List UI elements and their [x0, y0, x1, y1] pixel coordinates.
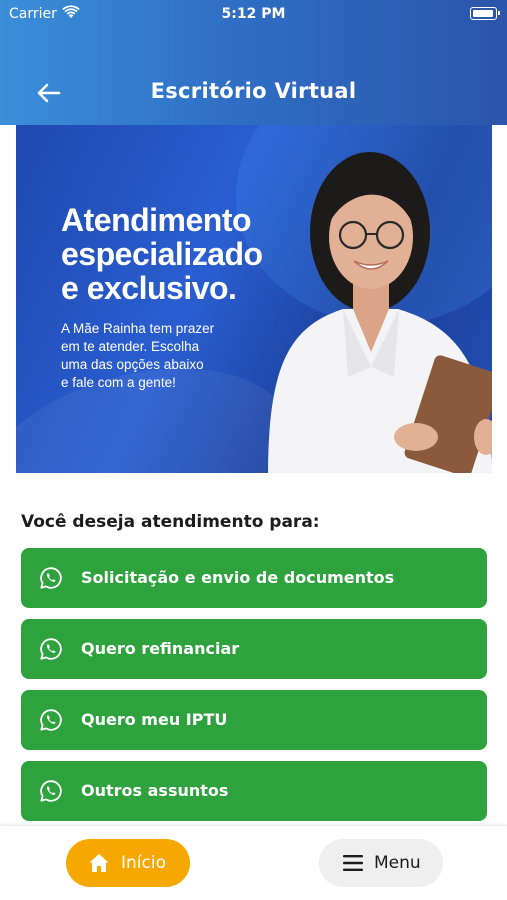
option-label: Outros assuntos: [81, 781, 229, 800]
option-other-button[interactable]: Outros assuntos: [21, 761, 487, 821]
menu-tab-label: Menu: [374, 853, 421, 873]
promo-banner: Atendimento especializado e exclusivo. A…: [16, 125, 492, 473]
whatsapp-icon: [40, 709, 62, 731]
option-documents-button[interactable]: Solicitação e envio de documentos: [21, 548, 487, 608]
option-iptu-button[interactable]: Quero meu IPTU: [21, 690, 487, 750]
section-title: Você deseja atendimento para:: [21, 512, 320, 532]
banner-body-line: em te atender. Escolha: [61, 339, 200, 354]
attendant-photo: [268, 152, 492, 473]
option-label: Solicitação e envio de documentos: [81, 568, 395, 587]
option-label: Quero refinanciar: [81, 639, 240, 658]
whatsapp-icon: [40, 638, 62, 660]
status-bar: Carrier 5:12 PM: [0, 0, 507, 30]
banner-body-line: A Mãe Rainha tem prazer: [61, 321, 215, 336]
option-refinance-button[interactable]: Quero refinanciar: [21, 619, 487, 679]
page-title: Escritório Virtual: [150, 79, 357, 103]
app-header: Carrier 5:12 PM Escritório Virtual: [0, 0, 507, 125]
home-tab-label: Início: [121, 853, 166, 873]
banner-body: A Mãe Rainha tem prazer em te atender. E…: [61, 320, 241, 392]
banner-body-line: e fale com a gente!: [61, 375, 176, 390]
option-label: Quero meu IPTU: [81, 710, 228, 729]
whatsapp-icon: [40, 780, 62, 802]
hamburger-menu-icon: [343, 855, 363, 871]
menu-tab[interactable]: Menu: [319, 839, 443, 887]
whatsapp-icon: [40, 567, 62, 589]
clock: 5:12 PM: [221, 6, 286, 22]
banner-body-line: uma das opções abaixo: [61, 357, 204, 372]
home-tab[interactable]: Início: [66, 839, 190, 887]
home-icon: [89, 854, 109, 872]
battery-icon: [470, 7, 500, 20]
bottom-navigation: Início Menu: [0, 826, 507, 900]
